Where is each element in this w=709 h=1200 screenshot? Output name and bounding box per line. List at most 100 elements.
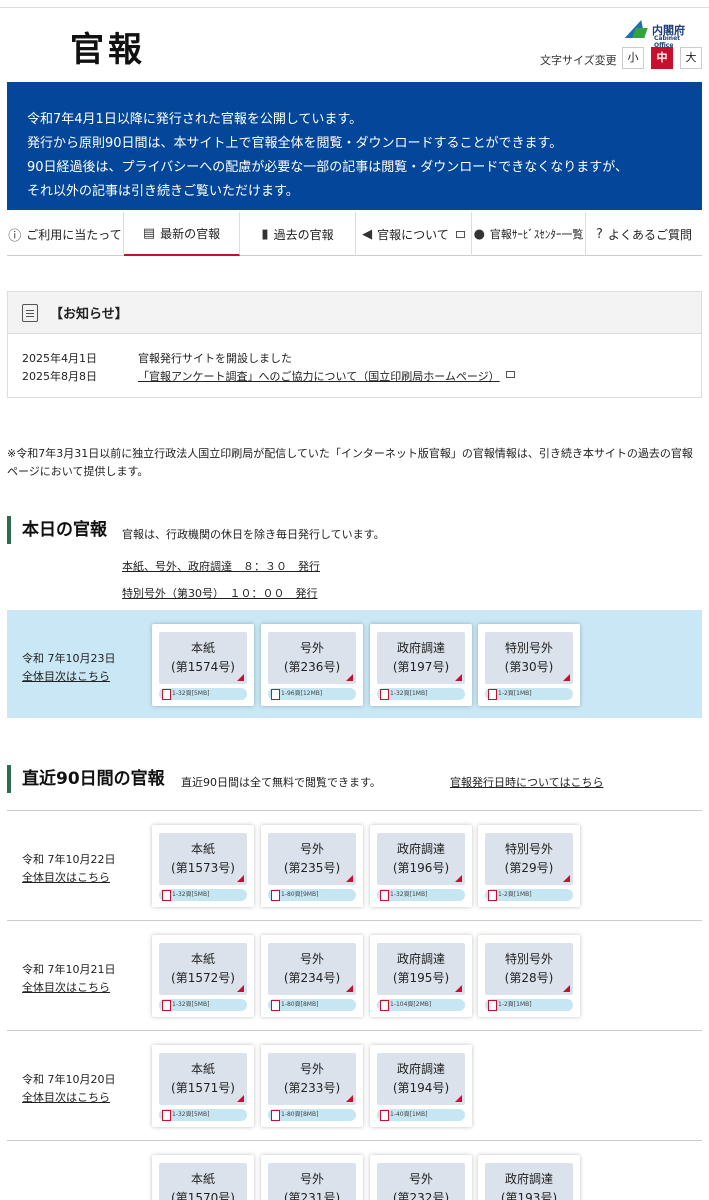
issue-card[interactable]: 特別号外 (第28号) 1-2頁[1MB]: [478, 935, 580, 1017]
newspaper-icon: ▤: [142, 225, 156, 241]
issue-card[interactable]: 政府調達 (第196号) 1-32頁[1MB]: [370, 825, 472, 907]
nav-label: ご利用に当たって: [26, 227, 122, 242]
issue-type: 本紙: [190, 1172, 215, 1186]
nav-item-faq[interactable]: ? よくあるご質問: [586, 212, 702, 256]
issue-card[interactable]: 本紙 (第1573号) 1-32頁[5MB]: [152, 825, 254, 907]
issue-card-face[interactable]: 政府調達 (第193号): [485, 1163, 573, 1200]
issue-card[interactable]: 政府調達 (第193号): [478, 1155, 580, 1200]
issue-card-face[interactable]: 特別号外 (第28号): [485, 943, 573, 995]
recent-section-title: 直近90日間の官報: [7, 765, 165, 793]
banner-line: 令和7年4月1日以降に発行された官報を公開しています。: [27, 112, 363, 127]
schedule-link[interactable]: 本紙、号外、政府調達 ８：３０ 発行: [122, 558, 320, 574]
issue-number: (第1570号): [171, 1191, 235, 1200]
pdf-download-link[interactable]: 1-80頁[8MB]: [268, 1109, 356, 1121]
cabinet-office-logo[interactable]: 内閣府 Cabinet Office: [624, 18, 688, 49]
notice-date: 2025年8月8日: [22, 370, 97, 383]
issue-card[interactable]: 号外 (第235号) 1-80頁[9MB]: [261, 825, 363, 907]
issue-card-face[interactable]: 号外 (第232号): [377, 1163, 465, 1200]
issue-date: 令和 7年10月22日: [22, 853, 116, 866]
toc-link[interactable]: 全体目次はこちら: [22, 869, 116, 887]
issue-type: 号外: [408, 1172, 433, 1186]
issue-card-face[interactable]: 本紙 (第1574号): [159, 632, 247, 684]
pdf-download-link[interactable]: 1-32頁[1MB]: [377, 889, 465, 901]
issue-number: (第235号): [283, 861, 341, 875]
issue-card-face[interactable]: 特別号外 (第30号): [485, 632, 573, 684]
issue-card-face[interactable]: 号外 (第231号): [268, 1163, 356, 1200]
notice-item: 2025年4月1日 官報発行サイトを開設しました: [22, 350, 292, 366]
issue-card[interactable]: 政府調達 (第195号) 1-104頁[2MB]: [370, 935, 472, 1017]
issue-card-face[interactable]: 政府調達 (第196号): [377, 833, 465, 885]
issue-card-face[interactable]: 本紙 (第1571号): [159, 1053, 247, 1105]
pdf-download-link[interactable]: 1-96頁[12MB]: [268, 688, 356, 700]
issue-card-face[interactable]: 本紙 (第1572号): [159, 943, 247, 995]
pdf-download-link[interactable]: 1-32頁[5MB]: [159, 889, 247, 901]
notice-item: 2025年8月8日 「官報アンケート調査」へのご協力について（国立印刷局ホームペ…: [22, 368, 515, 384]
issue-card[interactable]: 号外 (第233号) 1-80頁[8MB]: [261, 1045, 363, 1127]
fontsize-large-button[interactable]: 大: [680, 47, 702, 69]
issue-card[interactable]: 特別号外 (第30号) 1-2頁[1MB]: [478, 624, 580, 706]
issue-card-face[interactable]: 号外 (第235号): [268, 833, 356, 885]
issue-card-face[interactable]: 政府調達 (第197号): [377, 632, 465, 684]
issue-card-face[interactable]: 号外 (第234号): [268, 943, 356, 995]
issue-card-face[interactable]: 政府調達 (第194号): [377, 1053, 465, 1105]
notice-date: 2025年4月1日: [22, 352, 97, 365]
pdf-download-link[interactable]: 1-80頁[9MB]: [268, 889, 356, 901]
pdf-download-link[interactable]: 1-2頁[1MB]: [485, 688, 573, 700]
issue-type: 本紙: [190, 842, 215, 856]
issue-card-face[interactable]: 本紙 (第1573号): [159, 833, 247, 885]
issue-card-face[interactable]: 号外 (第236号): [268, 632, 356, 684]
toc-link[interactable]: 全体目次はこちら: [22, 1089, 116, 1107]
pdf-download-link[interactable]: 1-104頁[2MB]: [377, 999, 465, 1011]
day-label: 令和 7年10月21日 全体目次はこちら: [22, 961, 116, 997]
nav-item-service-centers[interactable]: ● 官報ｻｰﾋﾞｽｾﾝﾀｰ一覧: [472, 212, 586, 256]
issue-card-face[interactable]: 特別号外 (第29号): [485, 833, 573, 885]
megaphone-icon: ◀: [362, 226, 373, 242]
nav-label: 官報ｻｰﾋﾞｽｾﾝﾀｰ一覧: [489, 228, 584, 241]
fontsize-small-button[interactable]: 小: [622, 47, 644, 69]
pdf-download-link[interactable]: 1-32頁[5MB]: [159, 999, 247, 1011]
issue-card[interactable]: 本紙 (第1570号): [152, 1155, 254, 1200]
nav-item-past[interactable]: ▮ 過去の官報: [240, 212, 356, 256]
nav-item-about[interactable]: ◀ 官報について: [356, 212, 472, 256]
pdf-download-link[interactable]: 1-2頁[1MB]: [485, 999, 573, 1011]
issue-type: 号外: [299, 1062, 324, 1076]
issue-card[interactable]: 政府調達 (第197号) 1-32頁[1MB]: [370, 624, 472, 706]
issue-card-face[interactable]: 号外 (第233号): [268, 1053, 356, 1105]
issue-type: 政府調達: [396, 842, 445, 856]
issue-number: (第196号): [392, 861, 450, 875]
issue-time-link[interactable]: 官報発行日時についてはこちら: [450, 774, 603, 790]
issue-card-face[interactable]: 政府調達 (第195号): [377, 943, 465, 995]
nav-item-latest[interactable]: ▤ 最新の官報: [124, 212, 240, 256]
issue-card[interactable]: 号外 (第234号) 1-80頁[8MB]: [261, 935, 363, 1017]
nav-label: 官報について: [377, 227, 449, 242]
fontsize-label: 文字サイズ変更: [540, 54, 617, 67]
banner-line: 発行から原則90日間は、本サイト上で官報全体を閲覧・ダウンロードすることができま…: [27, 136, 563, 151]
special-schedule-link[interactable]: 特別号外（第30号） １０：００ 発行: [122, 585, 318, 601]
pdf-download-link[interactable]: 1-40頁[1MB]: [377, 1109, 465, 1121]
pdf-download-link[interactable]: 1-80頁[8MB]: [268, 999, 356, 1011]
site-logo[interactable]: 官報: [70, 22, 146, 71]
issue-number: (第1574号): [171, 660, 235, 674]
nav-item-usage[interactable]: ⓘ ご利用に当たって: [7, 212, 124, 256]
issue-card[interactable]: 本紙 (第1574号) 1-32頁[5MB]: [152, 624, 254, 706]
toc-link[interactable]: 全体目次はこちら: [22, 979, 116, 997]
toc-link[interactable]: 全体目次はこちら: [22, 668, 116, 686]
fontsize-medium-button[interactable]: 中: [651, 47, 673, 69]
issue-card[interactable]: 号外 (第236号) 1-96頁[12MB]: [261, 624, 363, 706]
pdf-download-link[interactable]: 1-32頁[1MB]: [377, 688, 465, 700]
issue-card[interactable]: 政府調達 (第194号) 1-40頁[1MB]: [370, 1045, 472, 1127]
notice-text: 官報発行サイトを開設しました: [138, 352, 292, 365]
question-icon: ?: [596, 226, 603, 242]
issue-type: 政府調達: [396, 1062, 445, 1076]
issue-card[interactable]: 特別号外 (第29号) 1-2頁[1MB]: [478, 825, 580, 907]
pdf-download-link[interactable]: 1-32頁[5MB]: [159, 1109, 247, 1121]
issue-card[interactable]: 号外 (第232号): [370, 1155, 472, 1200]
notice-link[interactable]: 「官報アンケート調査」へのご協力について（国立印刷局ホームページ）: [138, 368, 500, 384]
pdf-download-link[interactable]: 1-32頁[5MB]: [159, 688, 247, 700]
issue-card[interactable]: 号外 (第231号): [261, 1155, 363, 1200]
issue-card[interactable]: 本紙 (第1572号) 1-32頁[5MB]: [152, 935, 254, 1017]
issue-type: 政府調達: [396, 641, 445, 655]
issue-card-face[interactable]: 本紙 (第1570号): [159, 1163, 247, 1200]
issue-card[interactable]: 本紙 (第1571号) 1-32頁[5MB]: [152, 1045, 254, 1127]
pdf-download-link[interactable]: 1-2頁[1MB]: [485, 889, 573, 901]
